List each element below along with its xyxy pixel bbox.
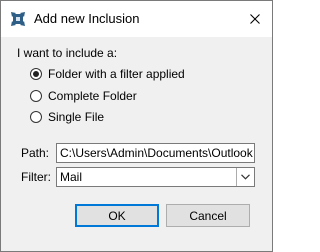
radio-label-single-file: Single File [48,109,105,124]
include-group-label: I want to include a: [17,46,118,60]
close-button[interactable] [238,1,272,37]
radio-button[interactable] [30,111,42,123]
add-inclusion-dialog: Add new Inclusion I want to include a: F… [0,0,273,252]
radio-complete-folder[interactable]: Complete Folder [30,88,137,104]
radio-button-selected[interactable] [30,68,42,80]
radio-label-complete-folder: Complete Folder [48,88,137,103]
ok-button[interactable]: OK [75,204,159,227]
cancel-button[interactable]: Cancel [166,204,250,227]
title-bar: Add new Inclusion [1,1,272,37]
radio-label-folder-with-filter: Folder with a filter applied [48,66,185,81]
radio-folder-with-filter[interactable]: Folder with a filter applied [30,66,185,82]
chevron-down-icon [241,174,250,180]
filter-label: Filter: [21,170,51,184]
dialog-body: I want to include a: Folder with a filte… [1,37,272,251]
filter-dropdown[interactable]: Mail [56,167,255,187]
filter-selected-value: Mail [60,170,83,184]
path-input[interactable]: C:\Users\Admin\Documents\Outlook [56,143,255,163]
path-label: Path: [21,146,50,160]
close-icon [250,14,260,24]
filter-dropdown-button[interactable] [236,168,254,186]
gear-cog-icon [10,11,26,27]
radio-single-file[interactable]: Single File [30,109,104,125]
dialog-title: Add new Inclusion [34,11,140,26]
radio-button[interactable] [30,90,42,102]
